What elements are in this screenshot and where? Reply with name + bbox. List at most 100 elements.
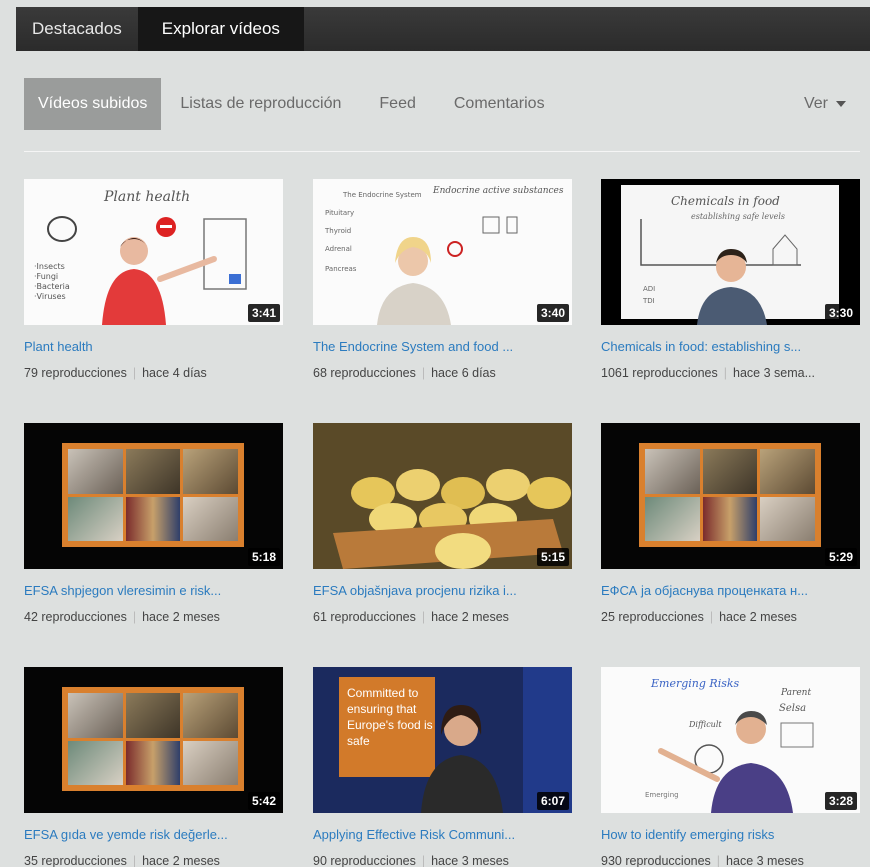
video-thumbnail[interactable]: 5:15 <box>313 423 572 569</box>
svg-text:Emerging Risks: Emerging Risks <box>650 677 740 690</box>
video-meta: 25 reproducciones | hace 2 meses <box>601 610 863 624</box>
video-thumbnail[interactable]: Committed to ensuring that Europe's food… <box>313 667 572 813</box>
video-meta: 79 reproducciones | hace 4 días <box>24 366 286 380</box>
separator: | <box>421 610 426 624</box>
video-card: Committed to ensuring that Europe's food… <box>313 667 578 867</box>
upload-age: hace 6 días <box>431 366 496 380</box>
thumbnail-image <box>62 443 244 547</box>
thumbnail-image <box>62 687 244 791</box>
video-title-link[interactable]: EFSA shpjegon vleresimin e risk... <box>24 583 286 598</box>
view-count: 79 reproducciones <box>24 366 127 380</box>
upload-age: hace 2 meses <box>431 610 509 624</box>
video-title-link[interactable]: Plant health <box>24 339 286 354</box>
subtab-feed[interactable]: Feed <box>360 78 434 130</box>
video-card: 5:15 EFSA objašnjava procjenu rizika i..… <box>313 423 578 624</box>
video-meta: 1061 reproducciones | hace 3 sema... <box>601 366 863 380</box>
svg-text:Parent: Parent <box>780 688 811 698</box>
video-thumbnail[interactable]: 5:42 <box>24 667 283 813</box>
whiteboard-drawing: Emerging Risks Parent Selsa Difficult Em… <box>645 677 814 813</box>
video-thumbnail[interactable]: 5:18 <box>24 423 283 569</box>
duration-badge: 6:07 <box>536 792 569 810</box>
divider <box>24 151 860 152</box>
subtab-comentarios[interactable]: Comentarios <box>435 78 564 130</box>
view-menu-label: Ver <box>803 95 828 112</box>
video-card: 5:29 ЕФСА ја објаснува проценката н... 2… <box>601 423 866 624</box>
svg-text:Pancreas: Pancreas <box>325 265 357 273</box>
upload-age: hace 3 sema... <box>733 366 815 380</box>
video-thumbnail[interactable]: Emerging Risks Parent Selsa Difficult Em… <box>601 667 860 813</box>
separator: | <box>716 854 721 867</box>
subtab-listas[interactable]: Listas de reproducción <box>161 78 360 130</box>
upload-age: hace 3 meses <box>431 854 509 867</box>
view-count: 61 reproducciones <box>313 610 416 624</box>
svg-text:Endocrine active substances: Endocrine active substances <box>432 186 564 196</box>
video-title-link[interactable]: EFSA gıda ve yemde risk değerle... <box>24 827 286 842</box>
video-meta: 42 reproducciones | hace 2 meses <box>24 610 286 624</box>
separator: | <box>132 610 137 624</box>
svg-text:establishing safe levels: establishing safe levels <box>691 212 785 221</box>
svg-text:·Fungi: ·Fungi <box>34 272 58 281</box>
upload-age: hace 2 meses <box>142 610 220 624</box>
subtab-videos-subidos[interactable]: Vídeos subidos <box>24 78 162 130</box>
svg-text:Adrenal: Adrenal <box>325 245 352 253</box>
view-count: 930 reproducciones <box>601 854 711 867</box>
video-meta: 61 reproducciones | hace 2 meses <box>313 610 575 624</box>
chevron-down-icon <box>836 101 846 107</box>
video-title-link[interactable]: Chemicals in food: establishing s... <box>601 339 863 354</box>
view-count: 35 reproducciones <box>24 854 127 867</box>
whiteboard-drawing: The Endocrine System Endocrine active su… <box>324 186 564 325</box>
svg-text:·Bacteria: ·Bacteria <box>34 282 70 291</box>
duration-badge: 3:40 <box>536 304 569 322</box>
svg-text:Difficult: Difficult <box>688 720 722 729</box>
separator: | <box>709 610 714 624</box>
separator: | <box>421 854 426 867</box>
video-title-link[interactable]: How to identify emerging risks <box>601 827 863 842</box>
duration-badge: 5:42 <box>247 792 280 810</box>
video-card: 5:18 EFSA shpjegon vleresimin e risk... … <box>24 423 289 624</box>
svg-text:Pituitary: Pituitary <box>325 209 354 217</box>
video-thumbnail[interactable]: Chemicals in food establishing safe leve… <box>601 179 860 325</box>
thumbnail-caption: Committed to ensuring that Europe's food… <box>347 686 433 748</box>
video-thumbnail[interactable]: The Endocrine System Endocrine active su… <box>313 179 572 325</box>
tab-destacados[interactable]: Destacados <box>16 7 138 51</box>
video-thumbnail[interactable]: 5:29 <box>601 423 860 569</box>
video-meta: 90 reproducciones | hace 3 meses <box>313 854 575 867</box>
video-meta: 930 reproducciones | hace 3 meses <box>601 854 863 867</box>
view-count: 42 reproducciones <box>24 610 127 624</box>
videos-sub-nav: Vídeos subidos Listas de reproducción Fe… <box>24 78 860 130</box>
separator: | <box>723 366 727 380</box>
duration-badge: 5:15 <box>536 548 569 566</box>
upload-age: hace 2 meses <box>719 610 797 624</box>
svg-text:·Insects: ·Insects <box>34 262 65 271</box>
video-card: Plant health ·Insects ·Fungi ·Bacteria ·… <box>24 179 289 380</box>
upload-age: hace 3 meses <box>726 854 804 867</box>
separator: | <box>421 366 426 380</box>
channel-top-nav: Destacados Explorar vídeos <box>16 7 870 51</box>
svg-text:Thyroid: Thyroid <box>324 227 351 235</box>
svg-text:·Viruses: ·Viruses <box>34 292 66 301</box>
duration-badge: 5:29 <box>824 548 857 566</box>
duration-badge: 3:30 <box>824 304 857 322</box>
video-card: Emerging Risks Parent Selsa Difficult Em… <box>601 667 866 867</box>
video-card: The Endocrine System Endocrine active su… <box>313 179 578 380</box>
svg-text:TDI: TDI <box>642 297 655 305</box>
svg-text:ADI: ADI <box>643 285 655 293</box>
svg-text:The Endocrine System: The Endocrine System <box>342 191 422 199</box>
svg-text:Chemicals in food: Chemicals in food <box>671 194 780 208</box>
tab-explorar-videos[interactable]: Explorar vídeos <box>137 7 304 51</box>
view-count: 1061 reproducciones <box>601 366 718 380</box>
video-title-link[interactable]: The Endocrine System and food ... <box>313 339 575 354</box>
video-title-link[interactable]: EFSA objašnjava procjenu rizika i... <box>313 583 575 598</box>
svg-text:Emerging: Emerging <box>645 791 679 799</box>
video-card: Chemicals in food establishing safe leve… <box>601 179 866 380</box>
video-title-link[interactable]: ЕФСА ја објаснува проценката н... <box>601 583 863 598</box>
duration-badge: 5:18 <box>247 548 280 566</box>
duration-badge: 3:41 <box>247 304 280 322</box>
separator: | <box>132 366 137 380</box>
upload-age: hace 2 meses <box>142 854 220 867</box>
video-title-link[interactable]: Applying Effective Risk Communi... <box>313 827 575 842</box>
video-meta: 68 reproducciones | hace 6 días <box>313 366 575 380</box>
view-count: 68 reproducciones <box>313 366 416 380</box>
video-thumbnail[interactable]: Plant health ·Insects ·Fungi ·Bacteria ·… <box>24 179 283 325</box>
view-menu-button[interactable]: Ver <box>804 95 860 113</box>
